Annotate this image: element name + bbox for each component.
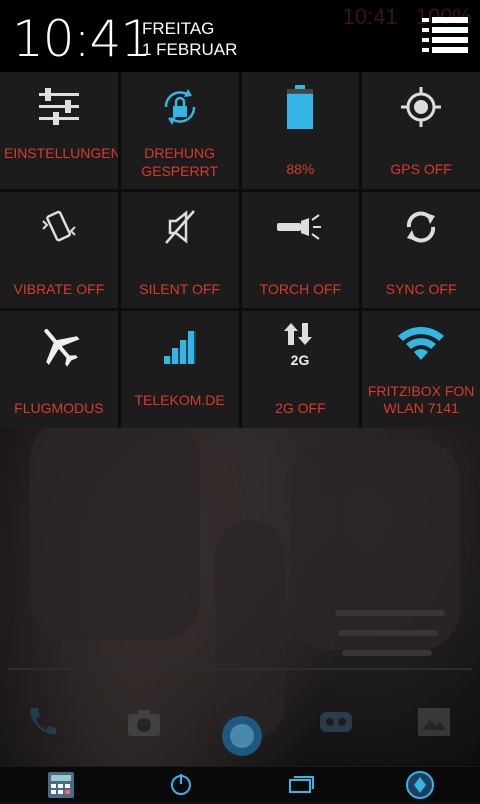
toggle-label: SILENT OFF bbox=[139, 280, 220, 297]
toggle-label: DREHUNG GESPERRT bbox=[141, 145, 218, 179]
toggle-label: 88% bbox=[286, 161, 315, 177]
toggle-torch[interactable]: TORCH OFF bbox=[241, 191, 360, 309]
signal-icon bbox=[121, 321, 239, 371]
toggle-label: GPS OFF bbox=[390, 161, 452, 177]
toggle-vibrate[interactable]: VIBRATE OFF bbox=[0, 191, 118, 309]
toggle-wifi[interactable]: FRITZ!BOX FON WLAN 7141 bbox=[362, 311, 480, 428]
network-2g-icon: 2G bbox=[242, 321, 360, 371]
wallpaper-stripe bbox=[338, 630, 438, 636]
rotation-lock-icon bbox=[121, 82, 239, 132]
navigation-bar bbox=[0, 766, 480, 801]
date-block: FREITAG 1 FEBRUAR bbox=[142, 18, 237, 60]
toggle-label: SYNC OFF bbox=[385, 280, 457, 297]
background-clock: 10:41 bbox=[342, 4, 398, 29]
sync-icon bbox=[362, 202, 480, 252]
clock: 10:41 bbox=[12, 10, 152, 68]
toggle-label: TELEKOM.DE bbox=[134, 392, 225, 409]
silent-icon bbox=[121, 202, 239, 252]
dock bbox=[0, 690, 480, 760]
app-drawer-icon[interactable] bbox=[220, 714, 264, 758]
camera-icon[interactable] bbox=[124, 702, 164, 742]
toggle-settings[interactable]: EINSTELLUNGEN bbox=[0, 72, 118, 189]
toggle-2g[interactable]: 2G 2G OFF bbox=[241, 311, 360, 428]
toggle-label: FRITZ!BOX FON WLAN 7141 bbox=[367, 383, 475, 417]
calculator-icon[interactable] bbox=[46, 771, 76, 798]
sliders-icon bbox=[0, 82, 118, 132]
power-icon[interactable] bbox=[166, 771, 196, 797]
wallpaper-shape bbox=[290, 440, 460, 650]
toggle-sync[interactable]: SYNC OFF bbox=[362, 191, 480, 309]
dock-divider bbox=[8, 668, 472, 670]
notification-header: 10:41 100% 10:41 FREITAG 1 FEBRUAR bbox=[0, 0, 480, 74]
toggle-battery[interactable]: 88% bbox=[241, 72, 360, 189]
vibrate-icon bbox=[0, 202, 118, 252]
toggle-label: EINSTELLUNGEN bbox=[4, 145, 118, 161]
torch-icon bbox=[242, 202, 360, 252]
gps-icon bbox=[362, 82, 480, 132]
phone-icon[interactable] bbox=[22, 702, 62, 742]
quick-toggles-grid: EINSTELLUNGEN DREHUNG GESPERRT 88% GPS O… bbox=[0, 72, 480, 428]
wifi-icon bbox=[362, 317, 480, 367]
home-orb-icon[interactable] bbox=[404, 771, 436, 799]
toggle-silent[interactable]: SILENT OFF bbox=[120, 191, 239, 309]
toggle-label: TORCH OFF bbox=[259, 280, 342, 297]
toggle-label: FLUGMODUS bbox=[14, 400, 104, 417]
toggle-gps[interactable]: GPS OFF bbox=[362, 72, 480, 189]
badge-2g: 2G bbox=[291, 352, 310, 368]
toggle-label: 2G OFF bbox=[275, 400, 326, 417]
airplane-icon bbox=[0, 321, 118, 371]
wallpaper-stripe bbox=[342, 650, 432, 656]
toggle-rotation[interactable]: DREHUNG GESPERRT bbox=[120, 72, 239, 189]
wallpaper-stripe bbox=[335, 610, 445, 616]
toggle-airplane[interactable]: FLUGMODUS bbox=[0, 311, 118, 428]
weekday: FREITAG bbox=[142, 19, 215, 38]
toggle-mobile-network[interactable]: TELEKOM.DE bbox=[120, 311, 239, 428]
battery-icon bbox=[242, 82, 360, 132]
gallery-icon[interactable] bbox=[414, 702, 454, 742]
recent-apps-icon[interactable] bbox=[286, 771, 316, 797]
date: 1 FEBRUAR bbox=[142, 40, 238, 59]
settings-list-icon[interactable] bbox=[422, 16, 468, 56]
toggle-label: VIBRATE OFF bbox=[13, 280, 105, 297]
messages-icon[interactable] bbox=[316, 702, 356, 742]
wallpaper-shape bbox=[30, 420, 200, 640]
